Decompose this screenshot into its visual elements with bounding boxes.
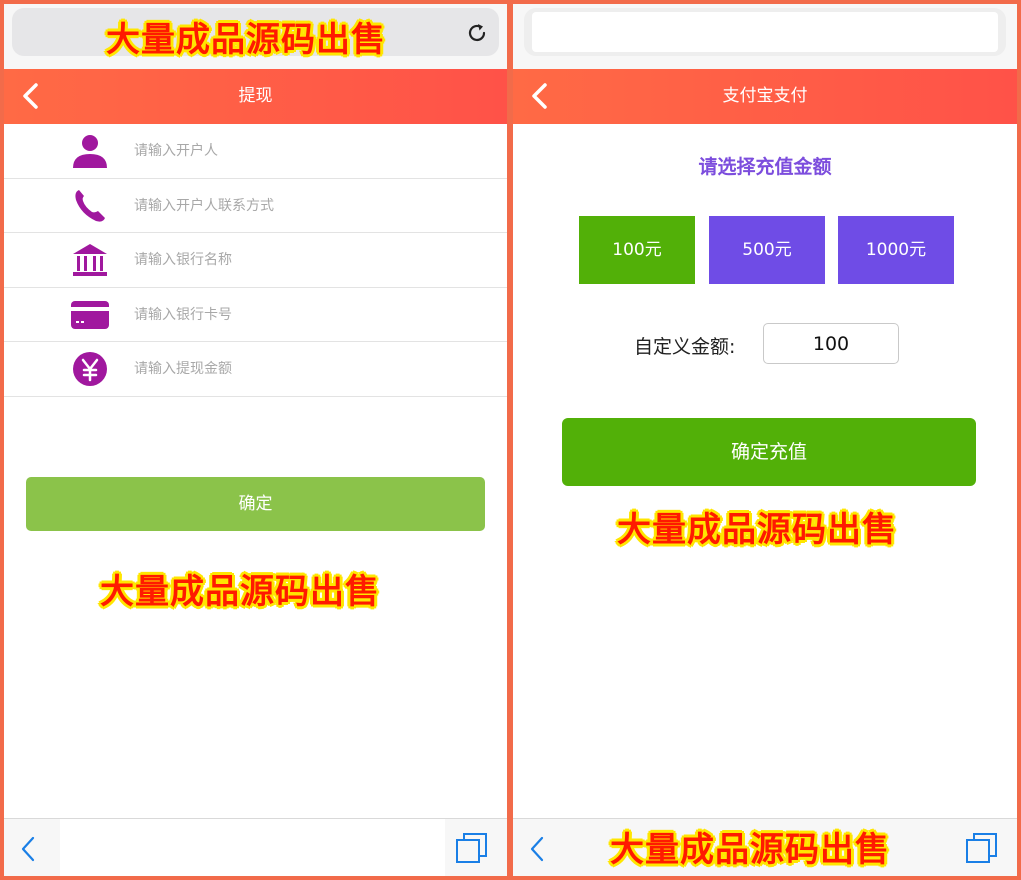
withdraw-screen: 提现 请输入开户人 请输入开户人联系方式 请输入银行名称 请输入银行卡号 请输入… xyxy=(4,4,507,876)
toolbar-blank xyxy=(60,819,445,876)
page-title: 提现 xyxy=(238,86,273,106)
browser-toolbar xyxy=(4,818,507,876)
bank-icon xyxy=(73,244,107,276)
page-title: 支付宝支付 xyxy=(722,86,808,106)
custom-amount-input[interactable] xyxy=(763,323,899,364)
app-header: 提现 xyxy=(4,69,507,124)
card-icon xyxy=(71,300,109,329)
withdraw-form xyxy=(4,124,507,397)
amount-option-1000[interactable]: 1000元 xyxy=(838,216,954,284)
app-header: 支付宝支付 xyxy=(513,69,1017,124)
yen-icon xyxy=(73,352,107,386)
tabs-icon[interactable] xyxy=(455,831,489,865)
reload-icon[interactable] xyxy=(465,21,489,45)
card-number-input[interactable] xyxy=(134,301,454,328)
tabs-icon[interactable] xyxy=(965,831,999,865)
recharge-prompt: 请选择充值金额 xyxy=(698,156,832,178)
alipay-screen: 支付宝支付 请选择充值金额 100元 500元 1000元 自定义金额: 确定充… xyxy=(513,4,1017,876)
browser-address-area xyxy=(513,4,1017,69)
browser-back-icon[interactable] xyxy=(527,835,549,863)
form-row-card-number xyxy=(4,288,507,342)
browser-back-icon[interactable] xyxy=(18,835,40,863)
confirm-button[interactable]: 确定 xyxy=(26,477,485,531)
form-row-amount xyxy=(4,342,507,397)
user-icon xyxy=(73,135,107,168)
withdraw-amount-input[interactable] xyxy=(134,356,454,382)
phone-icon xyxy=(75,189,105,222)
watermark-top-left: 大量成品源码出售 xyxy=(106,20,386,60)
custom-amount-label: 自定义金额: xyxy=(634,336,736,358)
confirm-recharge-button[interactable]: 确定充值 xyxy=(562,418,976,486)
account-holder-input[interactable] xyxy=(134,138,454,164)
form-row-contact xyxy=(4,179,507,233)
watermark-right: 大量成品源码出售 xyxy=(617,510,897,550)
watermark-left: 大量成品源码出售 xyxy=(100,572,380,612)
form-row-bank-name xyxy=(4,233,507,288)
amount-option-100[interactable]: 100元 xyxy=(579,216,695,284)
amount-option-500[interactable]: 500元 xyxy=(709,216,825,284)
address-bar[interactable] xyxy=(524,8,1006,56)
form-row-account-holder xyxy=(4,124,507,179)
address-field[interactable] xyxy=(532,12,998,52)
contact-input[interactable] xyxy=(134,192,454,219)
watermark-bottom-right: 大量成品源码出售 xyxy=(610,830,890,870)
bank-name-input[interactable] xyxy=(134,247,454,273)
